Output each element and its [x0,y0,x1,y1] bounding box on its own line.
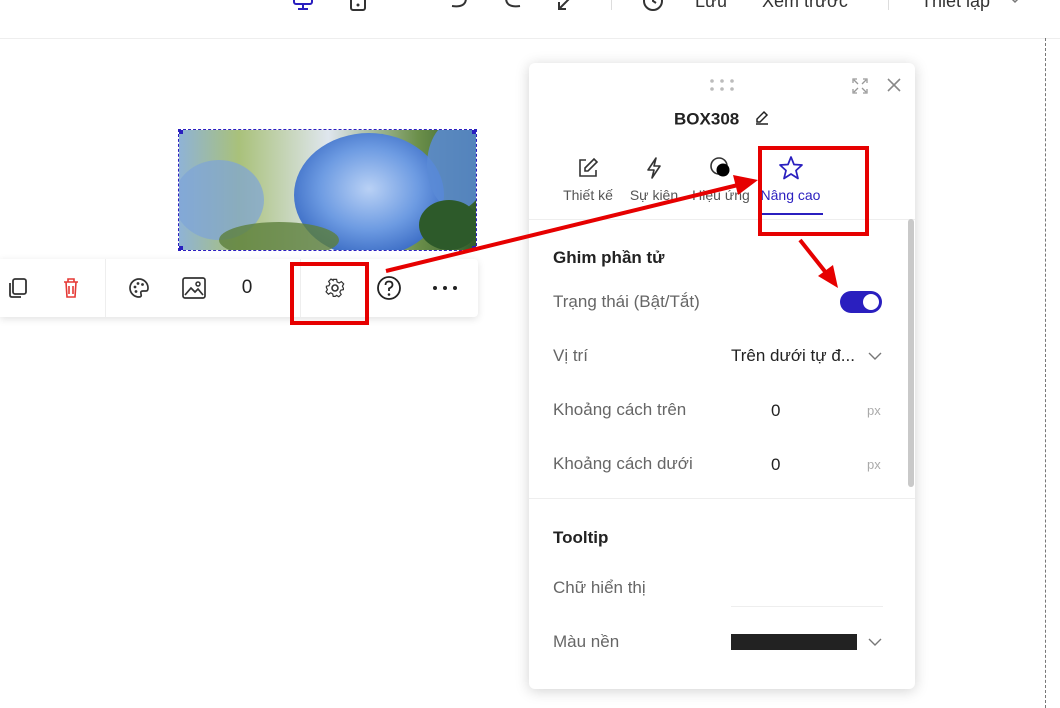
section-divider [529,498,915,499]
copy-icon [9,278,27,298]
display-text-label: Chữ hiển thị [553,578,646,597]
bottom-spacing-input[interactable]: 0 [771,455,780,475]
counter-value: 0 [232,259,262,317]
mobile-icon[interactable] [348,0,370,12]
toolbar-separator [105,259,106,317]
top-spacing-input[interactable]: 0 [771,401,780,421]
unit-label: px [867,457,881,472]
preview-button[interactable]: Xem trước [762,0,848,12]
trash-icon [64,278,78,298]
panel-title: BOX308 [529,109,915,130]
tab-design[interactable]: Thiết kế [557,151,619,215]
undo-icon[interactable] [448,0,470,12]
edit-icon [579,157,599,177]
separator [888,0,889,10]
counter-text: 0 [241,277,253,298]
desktop-icon[interactable] [292,0,314,12]
tab-effects[interactable]: Hiệu ứng [690,151,752,215]
rename-pencil-icon[interactable] [754,109,770,130]
resize-handle[interactable] [179,130,183,134]
more-options-button[interactable] [425,259,465,317]
toggle-knob [863,294,879,310]
drag-handle-icon[interactable] [709,78,735,97]
duplicate-button[interactable] [0,259,34,317]
save-button[interactable]: Lưu [695,0,727,12]
delete-button[interactable] [52,259,90,317]
expand-icon[interactable] [556,0,578,12]
maximize-icon[interactable] [851,77,869,100]
pin-section-title: Ghim phần tử [553,248,665,267]
tab-label: Thiết kế [563,187,613,203]
chevron-down-icon[interactable] [867,348,883,369]
element-toolbar: 0 [0,259,478,317]
palette-icon [129,278,149,298]
tab-events[interactable]: Sự kiện [623,151,685,215]
clock-icon[interactable] [642,0,664,12]
pin-status-label: Trạng thái (Bật/Tắt) [553,292,700,311]
chevron-down-icon[interactable] [1008,0,1030,8]
background-color-label: Màu nền [553,632,620,651]
top-spacing-label: Khoảng cách trên [553,400,687,419]
position-select[interactable]: Trên dưới tự đ... [731,346,855,366]
bottom-spacing-label: Khoảng cách dưới [553,454,693,473]
annotation-box-gear [290,262,369,325]
chevron-down-icon[interactable] [867,634,883,655]
top-bar: Lưu Xem trước Thiết lập [0,0,1060,39]
close-icon[interactable] [886,77,902,98]
canvas-boundary [1045,38,1046,708]
help-icon [377,276,401,300]
pin-status-toggle[interactable] [840,291,882,313]
panel-scrollbar[interactable] [908,219,914,487]
style-button[interactable] [120,259,158,317]
position-label: Vị trí [553,346,588,365]
lightning-icon [647,157,661,179]
display-text-input[interactable] [731,606,883,607]
more-icon [433,286,457,290]
tooltip-section-title: Tooltip [553,528,609,547]
hydrangea-photo [179,130,476,250]
effect-icon [710,157,730,177]
annotation-box-advanced-tab [758,146,869,236]
resize-handle[interactable] [472,130,476,134]
hydrangea-image[interactable] [178,129,477,251]
resize-handle[interactable] [179,246,183,250]
image-icon [182,277,206,299]
unit-label: px [867,403,881,418]
separator [611,0,612,10]
resize-handle[interactable] [472,246,476,250]
tab-label: Hiệu ứng [692,187,750,203]
image-button[interactable] [175,259,213,317]
redo-icon[interactable] [502,0,524,12]
tab-label: Sự kiện [629,187,679,203]
settings-button[interactable]: Thiết lập [921,0,990,12]
background-color-swatch[interactable] [731,634,857,650]
help-button[interactable] [370,259,408,317]
element-name: BOX308 [674,109,740,129]
